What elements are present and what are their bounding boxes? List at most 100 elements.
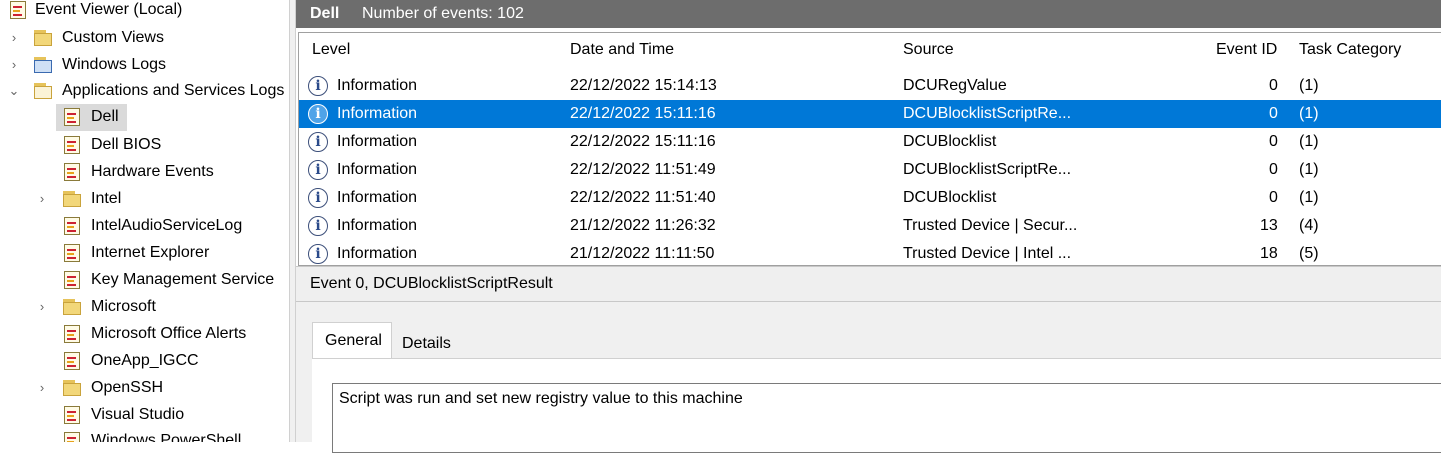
event-description-box[interactable]: Script was run and set new registry valu… xyxy=(332,383,1441,453)
tree-item-dell[interactable]: Dell xyxy=(0,103,289,131)
pane-splitter[interactable] xyxy=(289,0,296,442)
general-tab-panel: Script was run and set new registry valu… xyxy=(312,358,1441,453)
cell-task-category: (1) xyxy=(1299,189,1319,206)
cell-event-id: 0 xyxy=(1269,189,1278,206)
tab-details[interactable]: Details xyxy=(392,326,464,362)
cell-event-id: 13 xyxy=(1260,217,1278,234)
log-name: Dell xyxy=(310,5,340,22)
table-row[interactable]: i Information 22/12/2022 15:11:16 DCUBlo… xyxy=(299,128,1441,156)
log-icon xyxy=(63,217,81,235)
folder-filter-icon xyxy=(33,29,52,47)
cell-source: DCUBlocklistScriptRe... xyxy=(903,105,1072,122)
tree-item-label: Key Management Service xyxy=(91,271,275,288)
information-icon: i xyxy=(308,76,328,96)
log-icon xyxy=(63,136,81,154)
tree-item-label: Applications and Services Logs xyxy=(62,82,285,99)
folder-icon xyxy=(62,190,81,208)
cell-source: DCUBlocklist xyxy=(903,189,997,206)
tree-item-label: OpenSSH xyxy=(91,379,164,396)
column-header-event-id[interactable]: Event ID xyxy=(1216,41,1277,59)
tree-item-label: Windows PowerShell xyxy=(91,432,242,442)
events-grid[interactable]: Level Date and Time Source Event ID Task… xyxy=(298,32,1441,266)
tree-item-label: Windows Logs xyxy=(62,56,167,73)
table-row[interactable]: i Information 22/12/2022 11:51:40 DCUBlo… xyxy=(299,184,1441,212)
cell-level: Information xyxy=(337,105,418,122)
cell-level: Information xyxy=(337,245,418,262)
cell-datetime: 22/12/2022 15:11:16 xyxy=(570,105,716,122)
console-tree: Event Viewer (Local) › Custom Views › Wi… xyxy=(0,0,289,442)
tree-item-label: Custom Views xyxy=(62,29,164,46)
cell-source: Trusted Device | Secur... xyxy=(903,217,1078,234)
table-row[interactable]: i Information 22/12/2022 15:14:13 DCUReg… xyxy=(299,72,1441,100)
table-row[interactable]: i Information 22/12/2022 11:51:49 DCUBlo… xyxy=(299,156,1441,184)
cell-task-category: (1) xyxy=(1299,133,1319,150)
tab-general[interactable]: General xyxy=(312,322,392,359)
log-icon xyxy=(63,406,81,424)
cell-event-id: 0 xyxy=(1269,161,1278,178)
tree-item-label: Internet Explorer xyxy=(91,244,210,261)
cell-datetime: 22/12/2022 15:14:13 xyxy=(570,77,717,94)
column-header-level[interactable]: Level xyxy=(312,41,350,59)
log-icon xyxy=(63,163,81,181)
tree-item-label: Microsoft xyxy=(91,298,156,315)
tree-item-label: Intel xyxy=(91,190,122,207)
folder-icon xyxy=(62,379,81,397)
event-count: Number of events: 102 xyxy=(362,5,524,22)
cell-task-category: (1) xyxy=(1299,161,1319,178)
event-detail-pane: General Details Script was run and set n… xyxy=(296,302,1441,453)
expand-chevron-icon[interactable]: › xyxy=(35,293,49,320)
information-icon: i xyxy=(308,104,328,124)
table-row[interactable]: i Information 21/12/2022 11:26:32 Truste… xyxy=(299,212,1441,240)
cell-task-category: (4) xyxy=(1299,217,1319,234)
cell-task-category: (5) xyxy=(1299,245,1319,262)
log-icon xyxy=(63,325,81,343)
folder-open-icon xyxy=(33,82,52,100)
expand-chevron-icon[interactable]: › xyxy=(7,24,21,51)
tree-item-label: Dell BIOS xyxy=(91,136,162,153)
cell-datetime: 22/12/2022 15:11:16 xyxy=(570,133,716,150)
table-row[interactable]: i Information 21/12/2022 11:11:50 Truste… xyxy=(299,240,1441,265)
event-detail-header: Event 0, DCUBlocklistScriptResult xyxy=(296,266,1441,302)
cell-datetime: 22/12/2022 11:51:49 xyxy=(570,161,716,178)
cell-source: Trusted Device | Intel ... xyxy=(903,245,1072,262)
information-icon: i xyxy=(308,188,328,208)
cell-task-category: (1) xyxy=(1299,77,1319,94)
tree-item-label: OneApp_IGCC xyxy=(91,352,199,369)
event-description-text: Script was run and set new registry valu… xyxy=(339,390,743,407)
cell-event-id: 0 xyxy=(1269,77,1278,94)
log-icon xyxy=(63,244,81,262)
cell-source: DCUBlocklist xyxy=(903,133,997,150)
event-viewer-icon xyxy=(9,1,27,19)
cell-event-id: 18 xyxy=(1260,245,1278,262)
cell-datetime: 22/12/2022 11:51:40 xyxy=(570,189,716,206)
cell-datetime: 21/12/2022 11:11:50 xyxy=(570,245,715,262)
log-icon xyxy=(63,352,81,370)
collapse-chevron-icon[interactable]: ⌄ xyxy=(7,77,21,104)
table-row-selected[interactable]: i Information 22/12/2022 15:11:16 DCUBlo… xyxy=(299,100,1441,128)
tree-item-label: Dell xyxy=(91,108,119,125)
log-icon xyxy=(63,108,81,126)
cell-source: DCURegValue xyxy=(903,77,1007,94)
cell-level: Information xyxy=(337,189,418,206)
tree-item-label: IntelAudioServiceLog xyxy=(91,217,243,234)
cell-level: Information xyxy=(337,217,418,234)
cell-source: DCUBlocklistScriptRe... xyxy=(903,161,1072,178)
log-icon xyxy=(63,271,81,289)
expand-chevron-icon[interactable]: › xyxy=(35,374,49,401)
cell-event-id: 0 xyxy=(1269,105,1278,122)
cell-level: Information xyxy=(337,77,418,94)
information-icon: i xyxy=(308,216,328,236)
log-icon xyxy=(63,432,81,442)
cell-datetime: 21/12/2022 11:26:32 xyxy=(570,217,716,234)
tree-item-label: Microsoft Office Alerts xyxy=(91,325,247,342)
expand-chevron-icon[interactable]: › xyxy=(7,51,21,78)
cell-task-category: (1) xyxy=(1299,105,1319,122)
expand-chevron-icon[interactable]: › xyxy=(35,185,49,212)
tree-root-label: Event Viewer (Local) xyxy=(35,1,183,18)
column-header-source[interactable]: Source xyxy=(903,41,954,59)
information-icon: i xyxy=(308,244,328,264)
windows-logs-icon xyxy=(33,56,52,74)
information-icon: i xyxy=(308,160,328,180)
column-header-task-category[interactable]: Task Category xyxy=(1299,41,1401,59)
column-header-date-time[interactable]: Date and Time xyxy=(570,41,674,59)
